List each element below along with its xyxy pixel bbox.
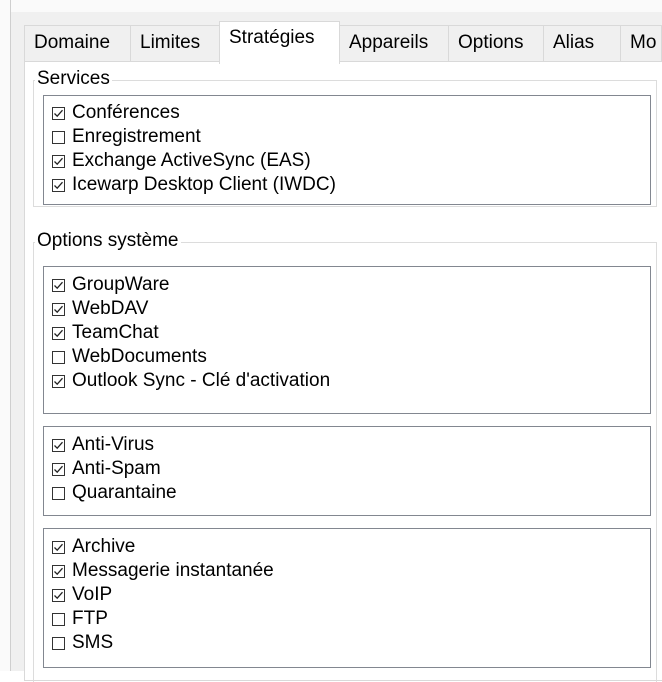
services-item-label: Enregistrement <box>72 126 201 147</box>
option-item-label: Outlook Sync - Clé d'activation <box>72 370 331 391</box>
option-item-label: Quarantaine <box>72 482 177 503</box>
option-item-label: GroupWare <box>72 274 170 295</box>
services-item[interactable]: Enregistrement <box>52 125 201 149</box>
option-item[interactable]: WebDAV <box>52 297 148 321</box>
services-item-label: Icewarp Desktop Client (IWDC) <box>72 174 336 195</box>
checkbox[interactable] <box>52 564 65 578</box>
checkbox[interactable] <box>52 612 65 626</box>
services-legend: Services <box>35 68 112 90</box>
tab-strategies[interactable]: Stratégies <box>219 21 340 64</box>
checkmark-icon <box>54 465 63 473</box>
services-item-label: Conférences <box>72 102 180 123</box>
services-item[interactable]: Icewarp Desktop Client (IWDC) <box>52 173 336 197</box>
checkmark-icon <box>54 543 63 551</box>
option-item-label: Archive <box>72 536 136 557</box>
tab-panel-strategies: Services Conférences Enregistrement Exch… <box>24 61 662 682</box>
window-frame-left <box>0 0 11 671</box>
options-list-services: Archive Messagerie instantanée VoIP FTP … <box>43 528 651 668</box>
services-item[interactable]: Exchange ActiveSync (EAS) <box>52 149 311 173</box>
checkmark-icon <box>54 567 63 575</box>
services-list: Conférences Enregistrement Exchange Acti… <box>43 95 651 205</box>
checkbox[interactable] <box>52 130 65 144</box>
checkmark-icon <box>54 109 63 117</box>
tab-domaine[interactable]: Domaine <box>24 25 131 61</box>
checkmark-icon <box>54 329 63 337</box>
option-item[interactable]: VoIP <box>52 583 112 607</box>
checkbox[interactable] <box>52 278 65 292</box>
checkbox[interactable] <box>52 588 65 602</box>
option-item-label: Messagerie instantanée <box>72 560 274 581</box>
option-item[interactable]: SMS <box>52 631 113 655</box>
option-item[interactable]: WebDocuments <box>52 345 207 369</box>
option-item[interactable]: Messagerie instantanée <box>52 559 274 583</box>
option-item-label: VoIP <box>72 584 113 605</box>
tab-appareils[interactable]: Appareils <box>339 25 449 61</box>
tab-alias[interactable]: Alias <box>543 25 621 61</box>
option-item-label: Anti-Spam <box>72 458 161 479</box>
services-item-label: Exchange ActiveSync (EAS) <box>72 150 311 171</box>
option-item[interactable]: Outlook Sync - Clé d'activation <box>52 369 330 393</box>
checkbox[interactable] <box>52 540 65 554</box>
checkbox[interactable] <box>52 326 65 340</box>
checkbox[interactable] <box>52 178 65 192</box>
option-item[interactable]: FTP <box>52 607 108 631</box>
checkbox[interactable] <box>52 302 65 316</box>
checkmark-icon <box>54 181 63 189</box>
tab-more[interactable]: Mo <box>620 25 662 61</box>
option-item[interactable]: Anti-Spam <box>52 457 161 481</box>
tab-options[interactable]: Options <box>448 25 544 61</box>
checkbox[interactable] <box>52 462 65 476</box>
options-systeme-legend: Options système <box>35 230 181 252</box>
option-item[interactable]: Quarantaine <box>52 481 177 505</box>
checkmark-icon <box>54 377 63 385</box>
options-group-border-left <box>33 242 34 682</box>
tab-limites[interactable]: Limites <box>130 25 220 61</box>
window-frame-top <box>0 0 662 12</box>
checkmark-icon <box>54 281 63 289</box>
option-item[interactable]: Anti-Virus <box>52 433 154 457</box>
option-item-label: WebDAV <box>72 298 149 319</box>
option-item-label: FTP <box>72 608 108 629</box>
options-group-border-right <box>656 242 657 682</box>
checkbox[interactable] <box>52 374 65 388</box>
checkmark-icon <box>54 441 63 449</box>
checkmark-icon <box>54 305 63 313</box>
option-item-label: SMS <box>72 632 114 653</box>
tab-strip: Domaine Limites Stratégies Appareils Opt… <box>24 21 662 64</box>
option-item[interactable]: Archive <box>52 535 135 559</box>
checkbox[interactable] <box>52 350 65 364</box>
checkbox[interactable] <box>52 486 65 500</box>
checkbox[interactable] <box>52 636 65 650</box>
options-list-groupware: GroupWare WebDAV TeamChat WebDocuments O… <box>43 266 651 414</box>
option-item-label: TeamChat <box>72 322 159 343</box>
policy-dialog: Domaine Limites Stratégies Appareils Opt… <box>0 0 662 682</box>
option-item[interactable]: TeamChat <box>52 321 159 345</box>
services-group-border-left <box>33 80 34 206</box>
checkbox[interactable] <box>52 154 65 168</box>
checkmark-icon <box>54 157 63 165</box>
option-item-label: Anti-Virus <box>72 434 155 455</box>
checkmark-icon <box>54 591 63 599</box>
services-item[interactable]: Conférences <box>52 101 180 125</box>
option-item[interactable]: GroupWare <box>52 273 170 297</box>
services-group-border-right <box>656 80 657 206</box>
services-group-border <box>33 80 657 81</box>
checkbox[interactable] <box>52 438 65 452</box>
services-group-border-bottom <box>33 206 657 207</box>
options-list-security: Anti-Virus Anti-Spam Quarantaine <box>43 426 651 516</box>
checkbox[interactable] <box>52 106 65 120</box>
option-item-label: WebDocuments <box>72 346 207 367</box>
